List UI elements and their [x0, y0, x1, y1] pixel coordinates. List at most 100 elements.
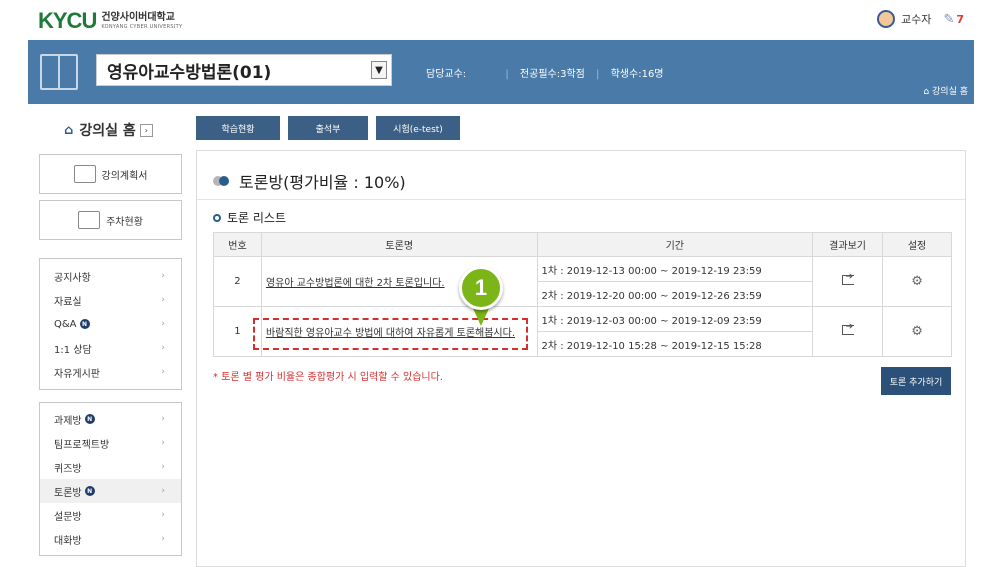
logo-name-ko: 건양사이버대학교 [101, 11, 175, 23]
sidebar-item-label: 설문방 [54, 511, 82, 523]
logo-name-en: KONYANG CYBER UNIVERSITY [101, 23, 183, 30]
university-logo[interactable]: KYCU 건양사이버대학교 KONYANG CYBER UNIVERSITY [38, 10, 182, 32]
sidebar-item-qna[interactable]: Q&A N › [40, 312, 181, 336]
evaluation-note: * 토론 별 평가 비율은 종합평가 시 입력할 수 있습니다. [213, 372, 443, 383]
sidebar-item-notice[interactable]: 공지사항 › [40, 264, 181, 288]
notification-count[interactable]: 7 [956, 13, 964, 26]
period-2: 2차 : 2019-12-20 00:00 ~ 2019-12-26 23:59 [536, 281, 814, 307]
col-header-period: 기간 [536, 232, 814, 257]
section-title: 토론 리스트 [213, 209, 286, 226]
settings-cell: ⚙ [882, 306, 952, 357]
sidebar-item-label: 자유게시판 [54, 368, 100, 380]
sidebar-item-assignment[interactable]: 과제방 N › [40, 407, 181, 431]
section-title-text: 토론 리스트 [227, 211, 287, 225]
new-badge: N [84, 486, 95, 496]
book-open-icon [73, 165, 96, 183]
tab-e-test[interactable]: 시험(e-test) [376, 116, 460, 140]
sidebar-item-label: 팀프로젝트방 [54, 439, 110, 451]
divider [197, 199, 965, 200]
notification-icon[interactable]: ✎ [943, 12, 954, 27]
room-home-label: 강의실 홈 [932, 87, 968, 97]
plan-button-label: 강의계획서 [101, 170, 148, 182]
result-cell [812, 256, 884, 307]
sidebar-item-label: 공지사항 [54, 272, 91, 284]
student-count: 학생수:16명 [610, 69, 664, 80]
logo-mark: KYCU [38, 8, 97, 33]
result-view-icon[interactable] [841, 272, 854, 285]
new-badge: N [79, 319, 90, 329]
sidebar-item-survey[interactable]: 설문방 › [40, 503, 181, 527]
sidebar-item-label: 자료실 [54, 296, 82, 308]
course-banner: 영유아교수방법론(01) ▼ 담당교수: | 전공필수:3학점 | 학생수:16… [28, 40, 974, 104]
period-1: 1차 : 2019-12-03 00:00 ~ 2019-12-09 23:59 [536, 306, 814, 332]
credits: 전공필수:3학점 [519, 69, 585, 80]
sidebar-item-discussion[interactable]: 토론방 N › [40, 479, 181, 503]
tab-learning-status[interactable]: 학습현황 [196, 116, 280, 140]
sidebar-item-label: 과제방 [54, 415, 82, 427]
result-cell [812, 306, 884, 357]
course-title: 영유아교수방법론(01) [107, 62, 272, 83]
avatar-icon[interactable] [877, 10, 896, 28]
chevron-right-icon: › [161, 438, 165, 448]
course-select[interactable]: 영유아교수방법론(01) ▼ [96, 54, 392, 86]
tab-attendance[interactable]: 출석부 [288, 116, 368, 140]
gear-icon[interactable]: ⚙ [911, 274, 923, 289]
chevron-right-icon: › [161, 486, 165, 496]
user-role[interactable]: 교수자 [901, 11, 931, 27]
sidebar-item-team-project[interactable]: 팀프로젝트방 › [40, 431, 181, 455]
chevron-right-icon: › [161, 367, 165, 377]
sidebar-item-resources[interactable]: 자료실 › [40, 288, 181, 312]
professor-label: 담당교수: [426, 69, 467, 80]
row-number: 2 [213, 256, 262, 307]
title-dots-icon [213, 176, 229, 186]
chevron-right-icon: › [161, 319, 165, 329]
sidebar-item-label: 토론방 [54, 487, 82, 499]
chevron-right-icon: › [161, 295, 165, 305]
main-panel: 토론방(평가비율 : 10%) 토론 리스트 번호 토론명 기간 결과보기 설정… [196, 150, 966, 567]
chevron-down-icon[interactable]: ▼ [371, 61, 387, 79]
activity-menu: 과제방 N › 팀프로젝트방 › 퀴즈방 › 토론방 N › 설문방 › 대화방 › [39, 402, 182, 556]
result-view-icon[interactable] [841, 322, 854, 335]
sidebar-item-consult[interactable]: 1:1 상담 › [40, 336, 181, 360]
top-bar: KYCU 건양사이버대학교 KONYANG CYBER UNIVERSITY 교… [0, 0, 1000, 40]
settings-cell: ⚙ [882, 256, 952, 307]
chevron-right-icon: › [161, 462, 165, 472]
book-icon [40, 54, 78, 90]
sidebar-home-label: 강의실 홈 [79, 123, 136, 139]
add-discussion-button[interactable]: 토론 추가하기 [881, 367, 951, 395]
table-row: 2 영유아 교수방법론에 대한 2차 토론입니다. 1차 : 2019-12-1… [213, 256, 952, 307]
col-header-result: 결과보기 [812, 232, 884, 257]
discussion-link[interactable]: 영유아 교수방법론에 대한 2차 토론입니다. [266, 278, 445, 289]
sidebar-item-label: 퀴즈방 [54, 463, 82, 475]
discussion-table: 번호 토론명 기간 결과보기 설정 2 영유아 교수방법론에 대한 2차 토론입… [213, 232, 952, 357]
sidebar-home[interactable]: ⌂ 강의실 홈 › [64, 120, 153, 140]
plan-button[interactable]: 강의계획서 [39, 154, 182, 194]
weekly-status-button[interactable]: 주차현황 [39, 200, 182, 240]
sidebar-item-quiz[interactable]: 퀴즈방 › [40, 455, 181, 479]
sidebar-item-free-board[interactable]: 자유게시판 › [40, 360, 181, 384]
col-header-settings: 설정 [882, 232, 952, 257]
room-home-link[interactable]: ⌂ 강의실 홈 [923, 84, 968, 97]
weekly-status-label: 주차현황 [106, 216, 143, 228]
arrow-box-icon[interactable]: › [139, 123, 153, 137]
callout-number: 1 [459, 266, 503, 310]
ring-icon [213, 213, 221, 222]
table-row: 1 바람직한 영유아교수 방법에 대하여 자유롭게 토론해봅시다. 1차 : 2… [213, 306, 952, 357]
sidebar: ⌂ 강의실 홈 › 강의계획서 주차현황 공지사항 › 자료실 › Q&A N › 1:… [38, 104, 184, 567]
page-title-text: 토론방(평가비율 : 10%) [239, 173, 406, 192]
chevron-right-icon: › [161, 343, 165, 353]
gear-icon[interactable]: ⚙ [911, 324, 923, 339]
chevron-right-icon: › [161, 271, 165, 281]
row-number: 1 [213, 306, 262, 357]
new-badge: N [84, 414, 95, 424]
col-header-no: 번호 [213, 232, 262, 257]
board-icon [78, 211, 101, 229]
sidebar-item-chat[interactable]: 대화방 › [40, 527, 181, 551]
course-meta: 담당교수: | 전공필수:3학점 | 학생수:16명 [426, 69, 664, 80]
discussion-link[interactable]: 바람직한 영유아교수 방법에 대하여 자유롭게 토론해봅시다. [266, 328, 515, 339]
home-icon: ⌂ [923, 87, 930, 97]
period-1: 1차 : 2019-12-13 00:00 ~ 2019-12-19 23:59 [536, 256, 814, 282]
home-icon: ⌂ [64, 122, 74, 138]
chevron-right-icon: › [161, 510, 165, 520]
page-title: 토론방(평가비율 : 10%) [213, 169, 406, 193]
